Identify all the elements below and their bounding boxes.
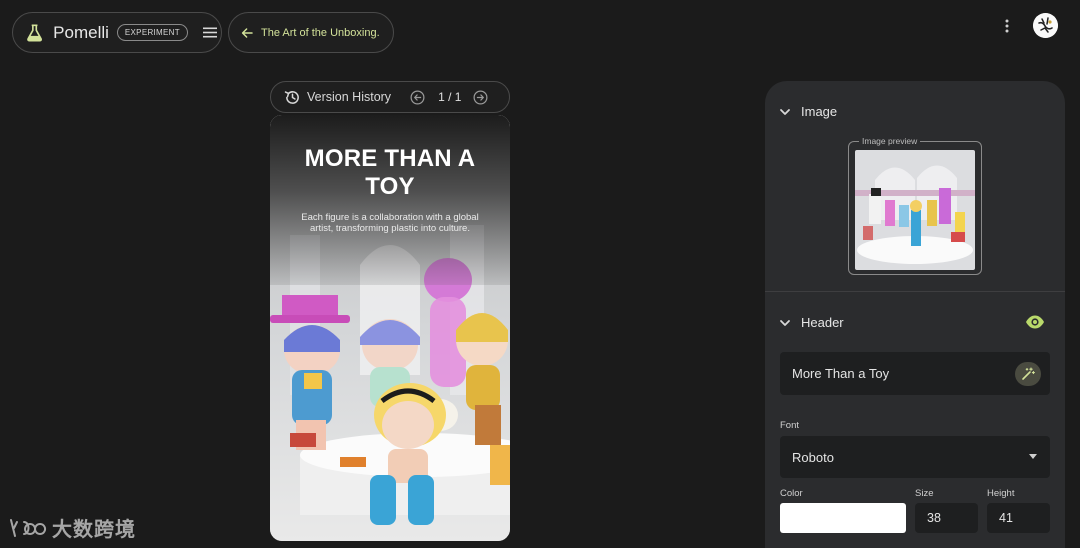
font-select-value: Roboto xyxy=(792,449,834,465)
image-preview-label: Image preview xyxy=(859,136,921,147)
height-label: Height xyxy=(987,488,1015,499)
dropdown-caret-icon xyxy=(1029,454,1037,459)
size-input[interactable] xyxy=(927,511,967,525)
section-divider xyxy=(765,291,1065,292)
kebab-icon xyxy=(1005,19,1009,33)
watermark-text: 大数跨境 xyxy=(52,519,136,541)
avatar[interactable] xyxy=(1033,13,1058,38)
version-history-button[interactable]: Version History xyxy=(307,90,391,104)
next-version-button[interactable] xyxy=(473,90,488,105)
watermark-logo-icon xyxy=(10,518,47,537)
size-field[interactable] xyxy=(915,503,978,533)
previous-version-button[interactable] xyxy=(410,90,425,105)
hamburger-icon xyxy=(203,27,218,38)
magic-wand-icon xyxy=(1022,367,1035,380)
brand-name: Pomelli xyxy=(53,22,109,42)
image-section-title: Image xyxy=(801,104,838,119)
properties-panel: Image Image preview Header More Than a T… xyxy=(765,81,1065,548)
header-section-title: Header xyxy=(801,315,844,330)
arrow-left-icon xyxy=(241,27,253,38)
eye-icon[interactable] xyxy=(1025,314,1045,330)
history-icon xyxy=(284,90,299,104)
preview-subtitle: Each figure is a collaboration with a gl… xyxy=(301,212,479,234)
color-picker-swatch[interactable] xyxy=(780,503,906,533)
chevron-down-icon xyxy=(780,108,790,115)
experiment-badge: EXPERIMENT xyxy=(116,24,188,41)
height-input[interactable] xyxy=(999,511,1039,525)
header-text-input[interactable] xyxy=(792,366,1002,381)
story-preview[interactable]: MORE THAN A TOY Each figure is a collabo… xyxy=(270,115,510,541)
project-title: The Art of the Unboxing. xyxy=(261,26,380,39)
header-text-field[interactable] xyxy=(780,352,1050,395)
watermark: 大数跨境 xyxy=(8,513,136,542)
color-label: Color xyxy=(780,488,803,499)
menu-button[interactable] xyxy=(200,22,221,44)
more-options-button[interactable] xyxy=(999,16,1015,36)
back-button[interactable]: The Art of the Unboxing. xyxy=(228,12,394,53)
font-select[interactable]: Roboto xyxy=(780,436,1050,478)
image-preview[interactable]: Image preview xyxy=(848,136,982,275)
flask-icon xyxy=(27,24,43,41)
image-section-toggle[interactable]: Image xyxy=(779,104,837,119)
size-label: Size xyxy=(915,488,934,499)
header-section-toggle[interactable]: Header xyxy=(779,315,844,330)
chevron-down-icon xyxy=(780,319,790,326)
preview-title: MORE THAN A TOY xyxy=(304,145,476,200)
image-thumbnail xyxy=(855,150,975,270)
height-field[interactable] xyxy=(987,503,1050,533)
font-label: Font xyxy=(780,420,800,431)
thumbnail-image xyxy=(855,150,975,270)
magic-rewrite-button[interactable] xyxy=(1015,362,1041,386)
version-counter: 1 / 1 xyxy=(438,90,462,104)
avatar-image xyxy=(1033,13,1058,38)
brand-pill: Pomelli EXPERIMENT xyxy=(12,12,222,53)
version-history-bar: Version History 1 / 1 xyxy=(270,81,510,113)
